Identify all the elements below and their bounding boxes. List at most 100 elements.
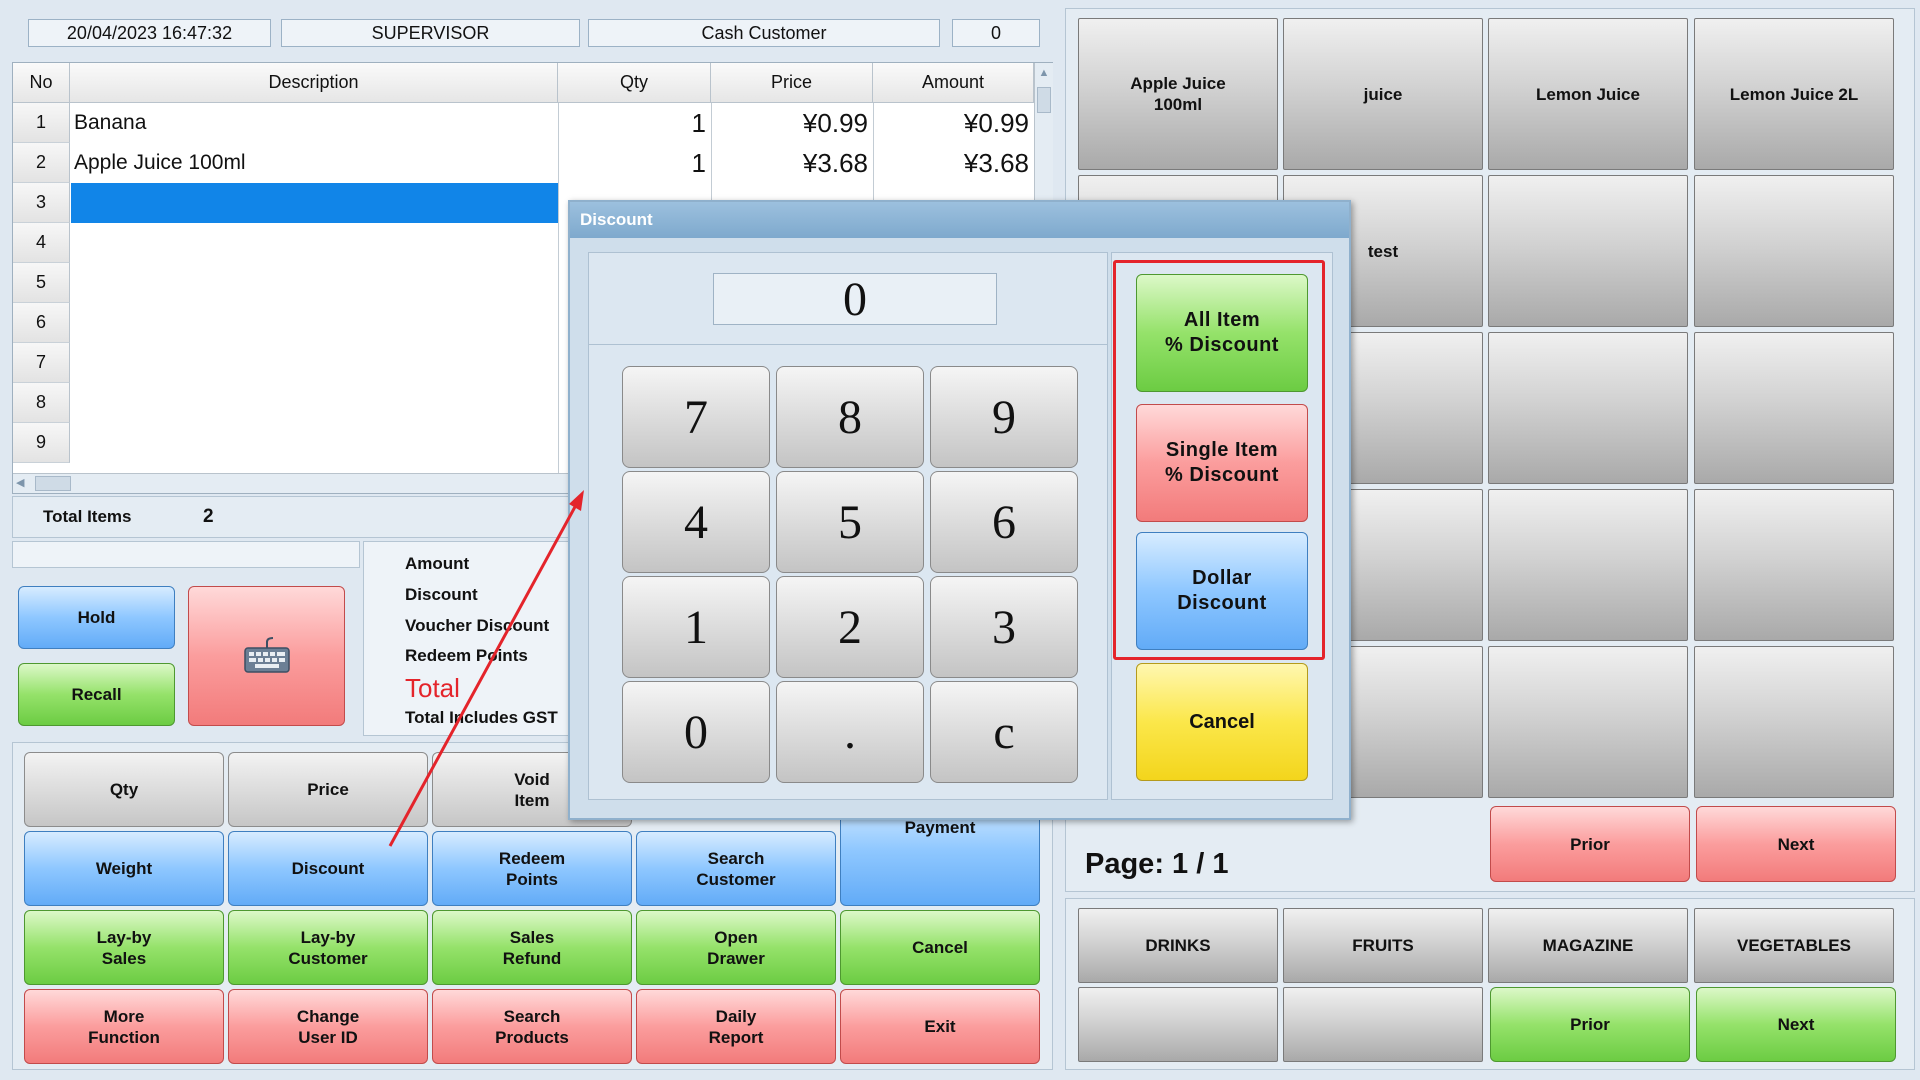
cancel-sale-button[interactable]: Cancel (840, 910, 1040, 985)
column-header-amount[interactable]: Amount (873, 63, 1034, 103)
dialog-title: Discount (570, 202, 1349, 238)
column-header-price[interactable]: Price (711, 63, 873, 103)
discount-label: Discount (405, 585, 478, 604)
key-9[interactable]: 9 (930, 366, 1078, 468)
discount-button[interactable]: Discount (228, 831, 428, 906)
change-user-button[interactable]: Change User ID (228, 989, 428, 1064)
redeem-points-label: Redeem Points (405, 646, 528, 665)
all-item-discount-button[interactable]: All Item % Discount (1136, 274, 1308, 392)
exit-button[interactable]: Exit (840, 989, 1040, 1064)
daily-report-button[interactable]: Daily Report (636, 989, 836, 1064)
keyboard-button[interactable] (188, 586, 345, 726)
row-number: 5 (13, 263, 70, 303)
message-field (12, 541, 360, 568)
discount-dialog: Discount 0 7 8 9 4 5 6 1 2 3 0 . c All I… (568, 200, 1351, 820)
search-customer-button[interactable]: Search Customer (636, 831, 836, 906)
row-number: 8 (13, 383, 70, 423)
key-clear[interactable]: c (930, 681, 1078, 783)
dollar-discount-button[interactable]: Dollar Discount (1136, 532, 1308, 650)
product-tile[interactable] (1694, 489, 1894, 641)
key-8[interactable]: 8 (776, 366, 924, 468)
row-description: Banana (74, 111, 147, 134)
recall-button[interactable]: Recall (18, 663, 175, 726)
scroll-left-icon[interactable]: ◀ (16, 476, 30, 490)
keyboard-icon (243, 637, 290, 673)
key-0[interactable]: 0 (622, 681, 770, 783)
key-3[interactable]: 3 (930, 576, 1078, 678)
key-6[interactable]: 6 (930, 471, 1078, 573)
product-tile[interactable] (1694, 332, 1894, 484)
hold-button[interactable]: Hold (18, 586, 175, 649)
key-4[interactable]: 4 (622, 471, 770, 573)
product-tile[interactable]: Lemon Juice (1488, 18, 1688, 170)
dialog-cancel-button[interactable]: Cancel (1136, 663, 1308, 781)
customer-display[interactable]: Cash Customer (588, 19, 940, 47)
key-2[interactable]: 2 (776, 576, 924, 678)
product-tile[interactable]: Apple Juice 100ml (1078, 18, 1278, 170)
row-price: ¥0.99 (802, 107, 868, 138)
product-tile[interactable] (1488, 175, 1688, 327)
open-drawer-button[interactable]: Open Drawer (636, 910, 836, 985)
price-button[interactable]: Price (228, 752, 428, 827)
layby-customer-button[interactable]: Lay-by Customer (228, 910, 428, 985)
category-tile[interactable]: MAGAZINE (1488, 908, 1688, 983)
product-tile[interactable]: juice (1283, 18, 1483, 170)
qty-button[interactable]: Qty (24, 752, 224, 827)
product-tile[interactable] (1694, 175, 1894, 327)
product-tile[interactable]: Lemon Juice 2L (1694, 18, 1894, 170)
product-prior-button[interactable]: Prior (1490, 806, 1690, 882)
row-number: 6 (13, 303, 70, 343)
weight-button[interactable]: Weight (24, 831, 224, 906)
total-items-value: 2 (203, 506, 214, 527)
row-number: 2 (13, 143, 70, 183)
row-number: 1 (13, 103, 70, 143)
key-decimal[interactable]: . (776, 681, 924, 783)
product-tile[interactable] (1488, 332, 1688, 484)
row-number: 7 (13, 343, 70, 383)
counter-display: 0 (952, 19, 1040, 47)
row-qty: 1 (691, 147, 706, 178)
row-number: 9 (13, 423, 70, 463)
category-tile[interactable]: DRINKS (1078, 908, 1278, 983)
key-5[interactable]: 5 (776, 471, 924, 573)
key-1[interactable]: 1 (622, 576, 770, 678)
more-function-button[interactable]: More Function (24, 989, 224, 1064)
category-tile[interactable]: FRUITS (1283, 908, 1483, 983)
category-prior-button[interactable]: Prior (1490, 987, 1690, 1062)
product-next-button[interactable]: Next (1696, 806, 1896, 882)
category-tile[interactable]: VEGETABLES (1694, 908, 1894, 983)
product-tile[interactable] (1694, 646, 1894, 798)
row-amount: ¥0.99 (963, 107, 1029, 138)
redeem-points-button[interactable]: Redeem Points (432, 831, 632, 906)
column-header-no[interactable]: No (13, 63, 70, 103)
row-qty: 1 (691, 107, 706, 138)
row-number: 3 (13, 183, 70, 223)
row-amount: ¥3.68 (963, 147, 1029, 178)
voucher-discount-label: Voucher Discount (405, 616, 550, 635)
single-item-discount-button[interactable]: Single Item % Discount (1136, 404, 1308, 522)
sales-refund-button[interactable]: Sales Refund (432, 910, 632, 985)
row-number: 4 (13, 223, 70, 263)
datetime-display: 20/04/2023 16:47:32 (28, 19, 271, 47)
amount-label: Amount (405, 554, 470, 573)
total-gst-label: Total Includes GST (405, 708, 558, 727)
row-description: Apple Juice 100ml (74, 151, 246, 174)
search-products-button[interactable]: Search Products (432, 989, 632, 1064)
scroll-thumb[interactable] (35, 476, 71, 491)
key-7[interactable]: 7 (622, 366, 770, 468)
product-tile[interactable] (1488, 489, 1688, 641)
layby-sales-button[interactable]: Lay-by Sales (24, 910, 224, 985)
scroll-thumb[interactable] (1037, 87, 1051, 113)
column-header-description[interactable]: Description (70, 63, 558, 103)
product-tile[interactable] (1488, 646, 1688, 798)
category-next-button[interactable]: Next (1696, 987, 1896, 1062)
selected-row-highlight (71, 183, 558, 223)
row-price: ¥3.68 (802, 147, 868, 178)
total-label: Total (405, 673, 460, 703)
scroll-up-icon[interactable]: ▲ (1037, 67, 1051, 83)
page-indicator: Page: 1 / 1 (1085, 848, 1229, 880)
category-tile[interactable] (1283, 987, 1483, 1062)
category-tile[interactable] (1078, 987, 1278, 1062)
discount-display: 0 (713, 273, 997, 326)
column-header-qty[interactable]: Qty (558, 63, 711, 103)
